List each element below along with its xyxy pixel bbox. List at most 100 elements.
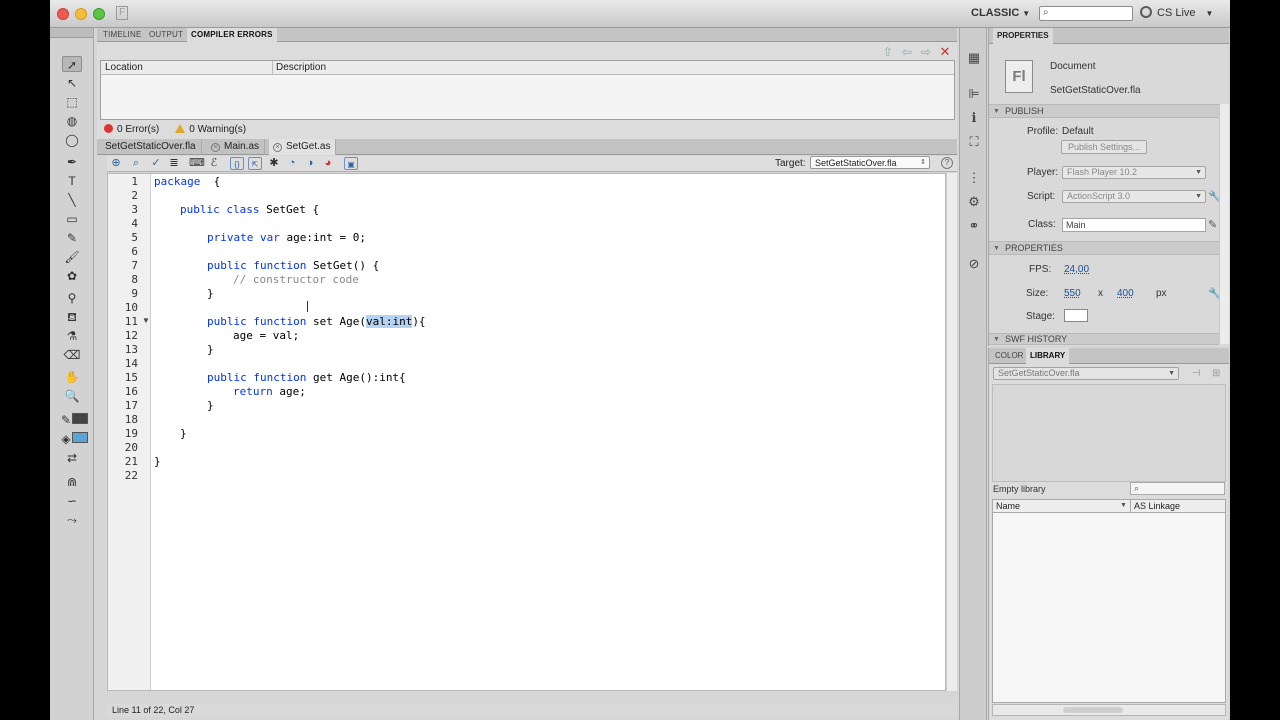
straighten-option-icon[interactable]: ⤳ xyxy=(62,512,82,528)
tab-main-as[interactable]: × Main.as xyxy=(207,139,266,155)
tab-output[interactable]: OUTPUT xyxy=(145,28,187,42)
properties-panel-icon[interactable]: ▦ xyxy=(966,50,982,66)
pen-tool-icon[interactable]: ✒ xyxy=(62,154,82,170)
brush-tool-icon[interactable]: 🖌 xyxy=(62,249,82,265)
line-tool-icon[interactable]: ╲ xyxy=(62,192,82,208)
subselection-tool-icon[interactable]: ↖ xyxy=(62,75,82,91)
tab-timeline[interactable]: TIMELINE xyxy=(99,28,146,42)
tab-setget-as[interactable]: × SetGet.as xyxy=(269,139,337,155)
zoom-tool-icon[interactable]: 🔍 xyxy=(62,388,82,404)
selection-tool-icon[interactable]: ➚ xyxy=(62,56,82,72)
apply-block-comment-icon[interactable]: ◔ xyxy=(285,157,299,170)
scrollbar-thumb[interactable] xyxy=(1063,707,1123,713)
cs-live-menu[interactable]: CS Live ▼ xyxy=(1140,6,1213,19)
editor-vertical-scrollbar[interactable] xyxy=(946,173,957,691)
column-description[interactable]: Description xyxy=(272,61,326,75)
align-panel-icon[interactable]: ⊫ xyxy=(966,86,982,102)
target-select[interactable]: SetGetStaticOver.fla ⇕ xyxy=(810,156,930,169)
close-window-button[interactable] xyxy=(57,8,69,20)
collapse-between-braces-icon[interactable]: {} xyxy=(230,157,244,170)
library-item-list[interactable] xyxy=(992,513,1226,703)
stage-height[interactable]: 400 xyxy=(1117,288,1134,299)
edit-class-pencil-icon[interactable]: ✎ xyxy=(1208,218,1217,231)
publish-section-header[interactable]: PUBLISH xyxy=(989,104,1219,118)
snap-to-objects-icon[interactable]: ⋒ xyxy=(62,474,82,490)
debug-options-icon[interactable]: ℰ xyxy=(207,157,221,170)
document-class-input[interactable]: Main xyxy=(1062,218,1206,232)
workspace-switcher[interactable]: CLASSIC ▼ xyxy=(971,7,1030,19)
fps-value[interactable]: 24,00 xyxy=(1064,264,1089,275)
lasso-tool-icon[interactable]: ◯ xyxy=(62,132,82,148)
auto-format-icon[interactable]: ≣ xyxy=(167,157,181,170)
add-statement-icon[interactable]: ⊕ xyxy=(109,157,123,170)
tools-panel-grip[interactable] xyxy=(50,28,93,38)
pin-library-icon[interactable]: ⊣ xyxy=(1192,368,1201,379)
column-name[interactable]: Name xyxy=(996,500,1020,512)
close-tab-icon[interactable]: × xyxy=(273,143,282,152)
fold-arrow-icon[interactable]: ▼ xyxy=(142,314,150,328)
check-syntax-icon[interactable]: ✓ xyxy=(149,157,163,170)
free-transform-tool-icon[interactable]: ⬚ xyxy=(62,94,82,110)
show-hide-toolbox-icon[interactable]: ▣ xyxy=(344,157,358,170)
help-icon[interactable]: ? xyxy=(941,157,953,169)
stage-color-swatch[interactable] xyxy=(1064,309,1088,322)
publish-settings-button[interactable]: Publish Settings... xyxy=(1061,140,1148,154)
swf-history-section-header[interactable]: SWF HISTORY xyxy=(989,333,1219,345)
collapse-selection-icon[interactable]: ⇱ xyxy=(248,157,262,170)
remove-comment-icon[interactable]: ◕ xyxy=(321,157,335,170)
fill-color-swatch[interactable] xyxy=(72,432,88,443)
components-panel-icon[interactable]: ⚙ xyxy=(966,194,982,210)
new-library-panel-icon[interactable]: ⊞ xyxy=(1212,368,1220,379)
properties-scrollbar[interactable] xyxy=(1219,104,1229,344)
motion-presets-icon[interactable]: ⋮ xyxy=(966,170,982,186)
clear-errors-icon[interactable]: ✕ xyxy=(937,44,953,60)
smooth-option-icon[interactable]: ∽ xyxy=(62,493,82,509)
eraser-tool-icon[interactable]: ⌫ xyxy=(62,347,82,363)
eyedropper-tool-icon[interactable]: ⚗ xyxy=(62,328,82,344)
go-to-source-icon[interactable]: ⇧ xyxy=(880,45,896,59)
profile-value: Default xyxy=(1062,126,1094,137)
sort-arrow-icon[interactable]: ▼ xyxy=(1120,500,1127,512)
previous-error-icon[interactable]: ⇦ xyxy=(899,45,915,59)
tab-setgetstaticover-fla[interactable]: SetGetStaticOver.fla xyxy=(101,139,202,155)
apply-line-comment-icon[interactable]: ◑ xyxy=(303,157,317,170)
library-search-input[interactable]: ⌕ xyxy=(1130,482,1225,495)
minimize-window-button[interactable] xyxy=(75,8,87,20)
expand-all-icon[interactable]: ✱ xyxy=(267,157,281,170)
transform-panel-icon[interactable]: ⛶ xyxy=(966,134,982,150)
pencil-tool-icon[interactable]: ✎ xyxy=(62,230,82,246)
code-hint-icon[interactable]: ⌨ xyxy=(189,157,205,170)
swap-colors-icon[interactable]: ⇄ xyxy=(62,450,82,466)
bone-tool-icon[interactable]: ⚲ xyxy=(62,290,82,306)
tab-compiler-errors[interactable]: COMPILER ERRORS xyxy=(187,28,277,42)
actions-panel-icon[interactable]: ⊘ xyxy=(966,256,982,272)
paint-bucket-tool-icon[interactable]: ⛾ xyxy=(62,309,82,325)
player-select[interactable]: Flash Player 10.2 ▼ xyxy=(1062,166,1206,179)
code-text: get Age():int{ xyxy=(306,371,406,384)
deco-tool-icon[interactable]: ✿ xyxy=(62,268,82,284)
text-tool-icon[interactable]: T xyxy=(62,173,82,189)
script-select[interactable]: ActionScript 3.0 ▼ xyxy=(1062,190,1206,203)
help-search-input[interactable]: ⌕ xyxy=(1039,6,1133,21)
properties-section-header[interactable]: PROPERTIES xyxy=(989,241,1219,255)
swatches-panel-icon[interactable]: ⚭ xyxy=(966,218,982,234)
column-as-linkage[interactable]: AS Linkage xyxy=(1130,500,1180,512)
tab-library[interactable]: LIBRARY xyxy=(1026,348,1070,364)
hand-tool-icon[interactable]: ✋ xyxy=(62,369,82,385)
3d-rotation-tool-icon[interactable]: ◍ xyxy=(62,113,82,129)
stage-width[interactable]: 550 xyxy=(1064,288,1081,299)
close-tab-icon[interactable]: × xyxy=(211,143,220,152)
code-text: SetGet() { xyxy=(306,259,380,272)
keyword: public function xyxy=(207,315,307,328)
code-editor[interactable]: 1 2 3 4 5 6 7 8 9 10 11 12 13 14 15 16 17 18 19 20 21 22 ▼ pa… xyxy=(107,173,946,691)
column-location[interactable]: Location xyxy=(105,61,143,75)
zoom-window-button[interactable] xyxy=(93,8,105,20)
library-footer-scrollbar[interactable] xyxy=(992,704,1226,716)
tab-color[interactable]: COLOR xyxy=(991,348,1027,364)
library-document-select[interactable]: SetGetStaticOver.fla ▼ xyxy=(993,367,1179,380)
info-panel-icon[interactable]: ℹ xyxy=(966,110,982,126)
find-icon[interactable]: ⌕ xyxy=(129,157,143,170)
rectangle-tool-icon[interactable]: ▭ xyxy=(62,211,82,227)
stroke-color-swatch[interactable] xyxy=(72,413,88,424)
next-error-icon[interactable]: ⇨ xyxy=(918,45,934,59)
